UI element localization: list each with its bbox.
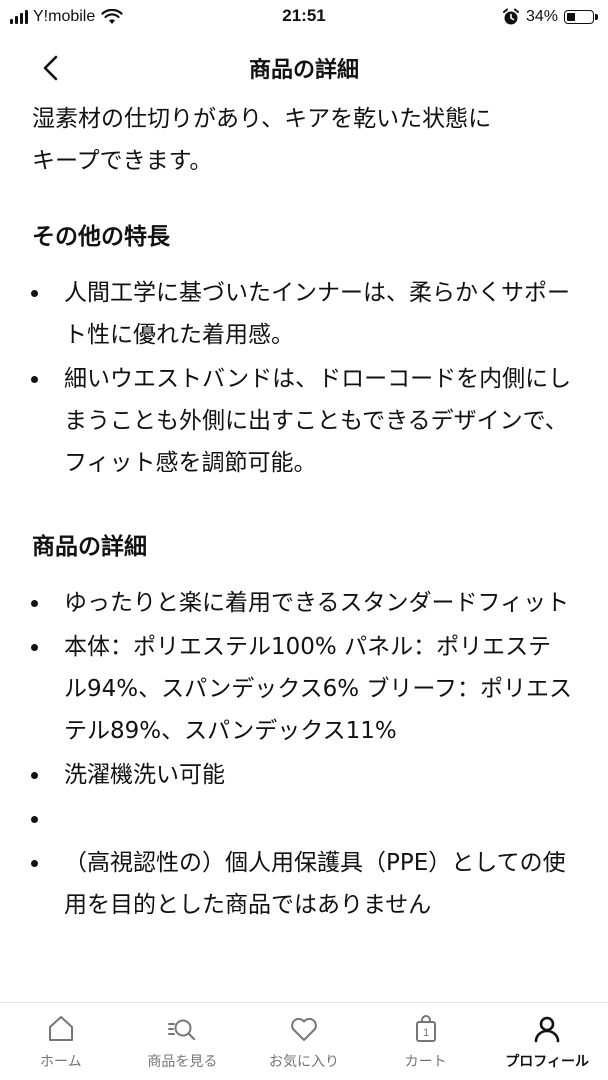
bullet [31, 376, 38, 383]
list-item-text: 洗濯機洗い可能 [64, 762, 225, 788]
alarm-icon [502, 8, 519, 25]
bullet [31, 816, 38, 823]
list-item-text: ゆったりと楽に着用できるスタンダードフィット [64, 590, 570, 616]
bullet [31, 644, 38, 651]
bullet [31, 290, 38, 297]
section-heading-details: 商品の詳細 [32, 534, 147, 560]
list-item: 洗濯機洗い可能 [0, 754, 608, 796]
home-icon [48, 1016, 73, 1041]
tab-label: お気に入り [268, 1054, 339, 1070]
list-item-text: 本体：ポリエステル100% パネル：ポリエステル94%、スパンデックス6% ブリ… [64, 634, 572, 744]
browse-search-icon [168, 1019, 196, 1041]
bullet [31, 860, 38, 867]
list-item: ゆったりと楽に着用できるスタンダードフィット [0, 582, 608, 624]
status-right: 34% [502, 6, 598, 28]
list-item: 細いウエストバンドは、ドローコードを内側にしまうことも外側に出すこともできるデザ… [0, 358, 608, 484]
list-item-empty [0, 798, 608, 840]
tab-profile[interactable]: プロフィール [486, 1003, 608, 1080]
tab-label: ホーム [40, 1054, 82, 1070]
battery-icon [564, 10, 598, 24]
list-item: （高視認性の）個人用保護具（PPE）としての使用を目的とした商品ではありません [0, 842, 608, 926]
cart-badge: 1 [423, 1027, 429, 1039]
tab-label: 商品を見る [147, 1054, 218, 1070]
profile-icon [534, 1016, 560, 1043]
bullet [31, 600, 38, 607]
list-item: 本体：ポリエステル100% パネル：ポリエステル94%、スパンデックス6% ブリ… [0, 626, 608, 752]
tab-browse[interactable]: 商品を見る [122, 1003, 244, 1080]
intro-text: 湿素材の仕切りがあり、キアを乾いた状態に キープできます。 [32, 98, 572, 182]
list-item-text: （高視認性の）個人用保護具（PPE）としての使用を目的とした商品ではありません [64, 850, 566, 918]
list-item: 人間工学に基づいたインナーは、柔らかくサポート性に優れた着用感。 [0, 272, 608, 356]
list-item-text: 細いウエストバンドは、ドローコードを内側にしまうことも外側に出すこともできるデザ… [64, 366, 572, 476]
tab-label: プロフィール [505, 1054, 590, 1070]
page-title: 商品の詳細 [248, 58, 359, 83]
battery-level [567, 13, 575, 21]
bullet [31, 772, 38, 779]
tab-home[interactable]: ホーム [0, 1003, 122, 1080]
tab-favorites[interactable]: お気に入り [243, 1003, 365, 1080]
battery-percent: 34% [525, 8, 558, 25]
tab-bar: ホーム 商品を見る お気に入り 1 カート プロフィール [0, 1002, 608, 1080]
nav-header: 商品の詳細 [0, 36, 608, 96]
list-item-text: 人間工学に基づいたインナーは、柔らかくサポート性に優れた着用感。 [64, 280, 570, 348]
intro-line: キープできます。 [32, 148, 213, 174]
heart-icon [291, 1017, 317, 1041]
intro-line: 湿素材の仕切りがあり、キアを乾いた状態に [32, 106, 492, 132]
product-details-content[interactable]: 湿素材の仕切りがあり、キアを乾いた状態に キープできます。 その他の特長 人間工… [0, 96, 608, 1002]
details-list: ゆったりと楽に着用できるスタンダードフィット 本体：ポリエステル100% パネル… [0, 582, 608, 928]
section-heading-features: その他の特長 [32, 224, 170, 250]
tab-cart[interactable]: 1 カート [365, 1003, 487, 1080]
status-bar: Y!mobile 21:51 34% [0, 0, 608, 36]
bag-icon: 1 [415, 1015, 436, 1042]
tab-label: カート [404, 1054, 447, 1070]
features-list: 人間工学に基づいたインナーは、柔らかくサポート性に優れた着用感。 細いウエストバ… [0, 272, 608, 486]
